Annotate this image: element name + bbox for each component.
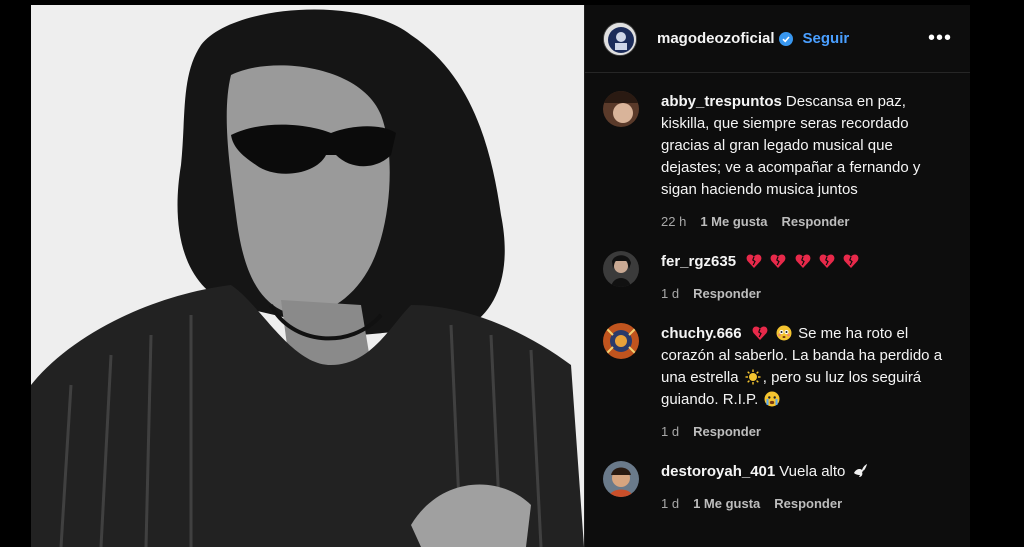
comment-time[interactable]: 1 d — [661, 283, 679, 305]
comment-item: destoroyah_401 Vuela alto 1 d 1 Me gusta … — [603, 461, 952, 515]
verified-badge-icon — [778, 31, 793, 46]
reply-button[interactable]: Responder — [774, 493, 842, 515]
comment-time[interactable]: 1 d — [661, 493, 679, 515]
dove-icon — [852, 463, 868, 479]
commenter-avatar[interactable] — [603, 461, 639, 497]
more-options-icon[interactable]: ••• — [928, 27, 952, 50]
broken-heart-icon — [752, 325, 768, 341]
comment-time[interactable]: 22 h — [661, 211, 686, 233]
broken-heart-icon — [746, 253, 762, 269]
comment-item: abby_trespuntos Descansa en paz, kiskilla… — [603, 91, 952, 233]
comment-time[interactable]: 1 d — [661, 421, 679, 443]
post-header: magodeozoficial Seguir ••• — [585, 5, 970, 73]
comment-likes[interactable]: 1 Me gusta — [700, 211, 767, 233]
crying-face-icon — [764, 391, 780, 407]
comment-likes[interactable]: 1 Me gusta — [693, 493, 760, 515]
comment-item: chuchy.666 Se me ha roto el corazón al s… — [603, 323, 952, 443]
comments-panel: magodeozoficial Seguir ••• abby_trespunt… — [584, 5, 970, 547]
reply-button[interactable]: Responder — [693, 421, 761, 443]
broken-heart-icon — [819, 253, 835, 269]
post-photo — [31, 5, 584, 547]
broken-heart-icon — [795, 253, 811, 269]
reply-button[interactable]: Responder — [693, 283, 761, 305]
comment-list: abby_trespuntos Descansa en paz, kiskilla… — [585, 73, 970, 515]
comment-username[interactable]: chuchy.666 — [661, 325, 742, 342]
follow-button[interactable]: Seguir — [803, 30, 850, 47]
commenter-avatar[interactable] — [603, 323, 639, 359]
post-username[interactable]: magodeozoficial — [657, 30, 775, 47]
sun-icon — [745, 369, 761, 385]
commenter-avatar[interactable] — [603, 251, 639, 287]
comment-item: fer_rgz635 1 d Responder — [603, 251, 952, 305]
comment-text: Vuela alto — [779, 463, 846, 480]
broken-heart-icon — [843, 253, 859, 269]
profile-avatar[interactable] — [603, 21, 637, 56]
comment-username[interactable]: fer_rgz635 — [661, 253, 736, 270]
comment-username[interactable]: abby_trespuntos — [661, 93, 782, 110]
comment-username[interactable]: destoroyah_401 — [661, 463, 775, 480]
broken-heart-icon — [770, 253, 786, 269]
reply-button[interactable]: Responder — [782, 211, 850, 233]
commenter-avatar[interactable] — [603, 91, 639, 127]
flushed-face-icon — [776, 325, 792, 341]
